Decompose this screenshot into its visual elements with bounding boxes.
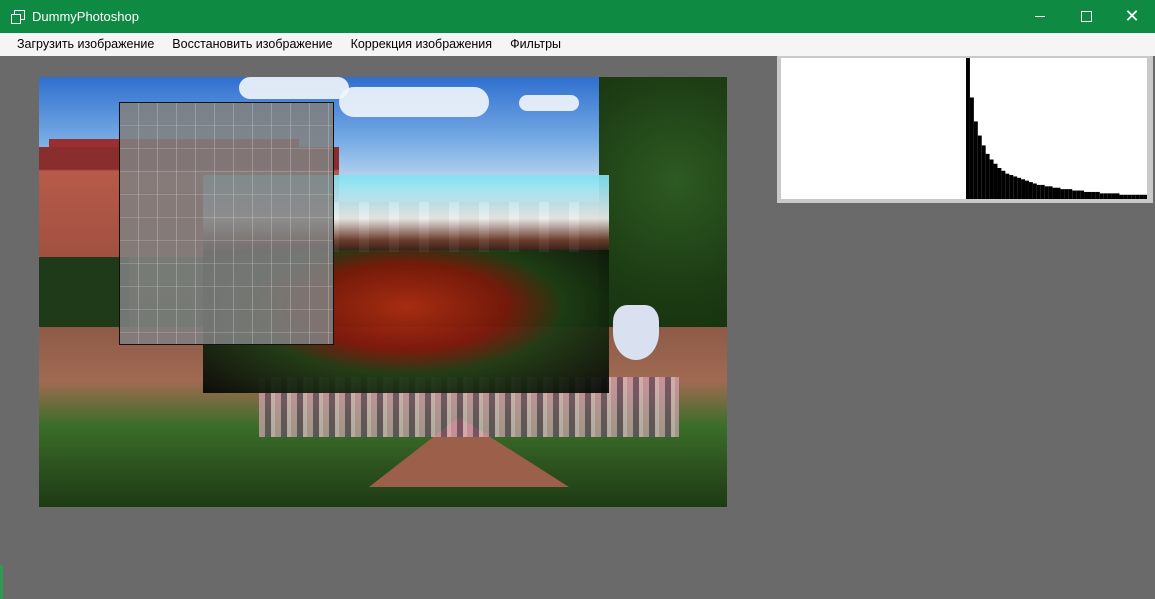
histogram-bar	[1005, 173, 1010, 199]
histogram-bar	[1072, 190, 1077, 199]
histogram-bar	[1143, 194, 1147, 199]
menu-item-restore-image[interactable]: Восстановить изображение	[163, 33, 341, 56]
image-cloud	[339, 87, 489, 117]
main-image[interactable]	[39, 77, 727, 507]
histogram-canvas	[781, 58, 1147, 199]
maximize-button[interactable]	[1063, 0, 1109, 33]
image-cloud	[239, 77, 349, 99]
menu-item-filters[interactable]: Фильтры	[501, 33, 570, 56]
histogram-bar	[973, 121, 978, 199]
histogram-bar	[1087, 191, 1092, 199]
histogram-bar	[1048, 186, 1053, 199]
histogram-bar	[1001, 170, 1006, 199]
maximize-icon	[1080, 11, 1092, 22]
image-trees	[599, 77, 727, 337]
window-title: DummyPhotoshop	[32, 9, 139, 24]
histogram-bar	[969, 97, 974, 199]
app-icon	[11, 9, 25, 24]
histogram-bar	[1127, 194, 1132, 199]
histogram-bar	[1099, 193, 1104, 199]
histogram-bar	[1013, 176, 1018, 199]
histogram-chart	[966, 58, 1147, 199]
histogram-bar	[1095, 191, 1100, 199]
desktop-edge	[0, 565, 3, 599]
image-cloud	[519, 95, 579, 111]
histogram-bar	[1028, 182, 1033, 199]
histogram-bar	[966, 58, 970, 199]
histogram-bar	[1139, 194, 1144, 199]
histogram-bar	[1060, 189, 1065, 199]
histogram-panel	[777, 56, 1153, 203]
histogram-bar	[1025, 180, 1029, 199]
histogram-bar	[1032, 183, 1037, 199]
histogram-bar	[1115, 193, 1120, 199]
histogram-bar	[1044, 186, 1049, 199]
minimize-button[interactable]	[1017, 0, 1063, 33]
close-icon: ✕	[1124, 5, 1140, 27]
histogram-bar	[1009, 175, 1014, 199]
histogram-bar	[1135, 194, 1140, 199]
histogram-bar	[1040, 184, 1045, 199]
histogram-bar	[1068, 189, 1073, 199]
menu-item-load-image[interactable]: Загрузить изображение	[0, 33, 163, 56]
histogram-bar	[1017, 177, 1022, 199]
close-button[interactable]: ✕	[1109, 0, 1155, 33]
histogram-bar	[1123, 194, 1128, 199]
histogram-bar	[1080, 190, 1085, 199]
histogram-bar	[993, 163, 998, 199]
image-urn	[613, 305, 659, 360]
histogram-bar	[1052, 187, 1057, 199]
title-bar: DummyPhotoshop ✕	[0, 0, 1155, 33]
histogram-bar	[977, 135, 982, 199]
minimize-icon	[1035, 16, 1045, 17]
histogram-bar	[1036, 184, 1041, 199]
histogram-bar	[1119, 194, 1124, 199]
histogram-bar	[989, 159, 994, 199]
edge-detection-preview	[119, 102, 334, 345]
histogram-bar	[1107, 193, 1112, 199]
histogram-bar	[981, 145, 986, 199]
histogram-bar	[1064, 189, 1069, 199]
histogram-bar	[1091, 191, 1096, 199]
menu-item-image-correction[interactable]: Коррекция изображения	[342, 33, 502, 56]
histogram-bar	[1111, 193, 1116, 199]
histogram-bar	[985, 153, 990, 199]
histogram-bar	[1103, 193, 1108, 199]
histogram-bar	[1084, 191, 1088, 199]
histogram-bar	[1021, 179, 1026, 199]
histogram-bar	[997, 167, 1002, 199]
histogram-bar	[1056, 187, 1061, 199]
histogram-bar	[1131, 194, 1136, 199]
histogram-bar	[1076, 190, 1081, 199]
window-controls: ✕	[1017, 0, 1155, 33]
menu-bar: Загрузить изображение Восстановить изобр…	[0, 33, 1155, 56]
